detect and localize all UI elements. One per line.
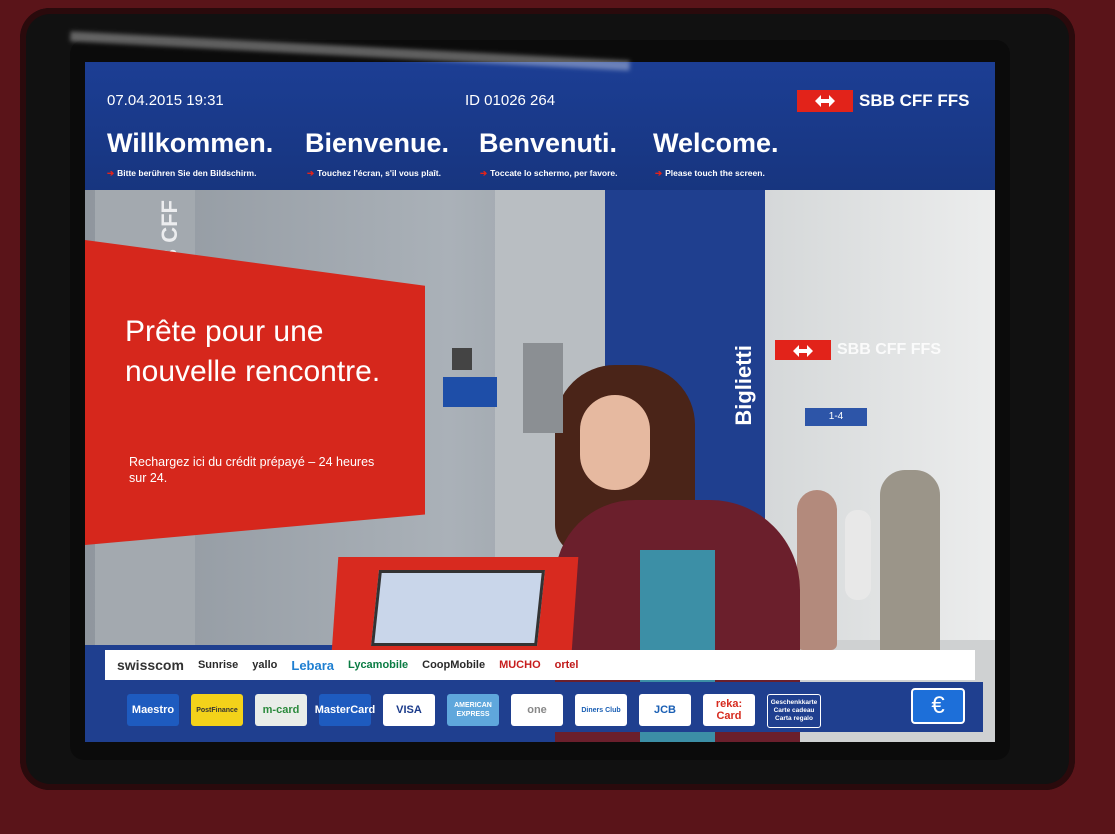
- passerby-man: [880, 470, 940, 680]
- payment-maestro: Maestro: [127, 694, 179, 726]
- promo-title: Prête pour une nouvelle rencontre.: [125, 315, 381, 388]
- sbb-logo: SBB CFF FFS: [797, 90, 970, 112]
- payment-visa: VISA: [383, 694, 435, 726]
- station-brand-text: SBB CFF FFS: [837, 341, 941, 358]
- sbb-brand-text: SBB CFF FFS: [859, 91, 970, 110]
- datetime: 07.04.2015 19:31: [107, 92, 224, 109]
- payment-postfinance: PostFinance: [191, 694, 243, 726]
- welcome-it: Benvenuti.: [479, 128, 618, 158]
- hint-en: ➔ Please touch the screen.: [655, 168, 765, 178]
- welcome-en: Welcome.: [653, 128, 779, 158]
- partner-sunrise: Sunrise: [197, 659, 239, 671]
- welcome-fr: Bienvenue.: [305, 128, 450, 158]
- partner-yallo: yallo: [252, 659, 278, 671]
- ticket-machine-screen: [371, 570, 545, 646]
- hint-it: ➔ Toccate lo schermo, per favore.: [480, 168, 618, 178]
- touch-screen[interactable]: 07.04.2015 19:31 ID 01026 264 SBB CFF FF…: [85, 62, 995, 742]
- station-arrows-icon: [775, 340, 831, 360]
- payment-reka-card: reka: Card: [703, 694, 755, 726]
- currency-euro-button[interactable]: €: [911, 688, 965, 724]
- ticket-slot: [523, 343, 563, 433]
- header-bar: 07.04.2015 19:31 ID 01026 264 SBB CFF FF…: [85, 62, 995, 190]
- platform-sign: 1-4: [805, 408, 867, 426]
- passerby-child: [845, 510, 871, 600]
- partner-swisscom: swisscom: [117, 657, 184, 673]
- promo-red-panel: [85, 240, 425, 545]
- partner-mucho: MUCHO: [499, 659, 541, 671]
- partner-strip: swisscom Sunrise yallo Lebara Lycamobile…: [105, 650, 975, 680]
- machine-id: ID 01026 264: [465, 92, 556, 109]
- payment-mastercard: MasterCard: [315, 694, 375, 726]
- payment-american-express: AMERICAN EXPRESS: [447, 694, 499, 726]
- passerby-woman: [797, 490, 837, 650]
- woman-face: [580, 395, 650, 490]
- payment-m-card: m-card: [255, 694, 307, 726]
- station-sbb-logo: SBB CFF FFS: [775, 340, 941, 360]
- payment-diners-club: Diners Club: [575, 694, 627, 726]
- hint-fr: ➔ Touchez l'écran, s'il vous plaît.: [307, 168, 441, 178]
- partner-ortel: ortel: [554, 659, 579, 671]
- info-sticker: [443, 377, 497, 407]
- card-slot: [452, 348, 472, 370]
- biglietti-sign: Biglietti: [731, 345, 756, 426]
- sbb-arrows-icon: [797, 90, 853, 112]
- payment-jcb: JCB: [639, 694, 691, 726]
- payment-geschenkkarte-carte-cadeau-carta-regalo: Geschenkkarte Carte cadeau Carta regalo: [767, 694, 821, 728]
- promo-subtitle: Rechargez ici du crédit prépayé – 24 heu…: [129, 455, 375, 485]
- payment-one: one: [511, 694, 563, 726]
- partner-coopmobile: CoopMobile: [422, 659, 486, 671]
- hint-de: ➔ Bitte berühren Sie den Bildschirm.: [107, 168, 257, 178]
- welcome-de: Willkommen.: [107, 128, 274, 158]
- partner-lebara: Lebara: [291, 657, 335, 673]
- partner-lycamobile: Lycamobile: [348, 659, 409, 671]
